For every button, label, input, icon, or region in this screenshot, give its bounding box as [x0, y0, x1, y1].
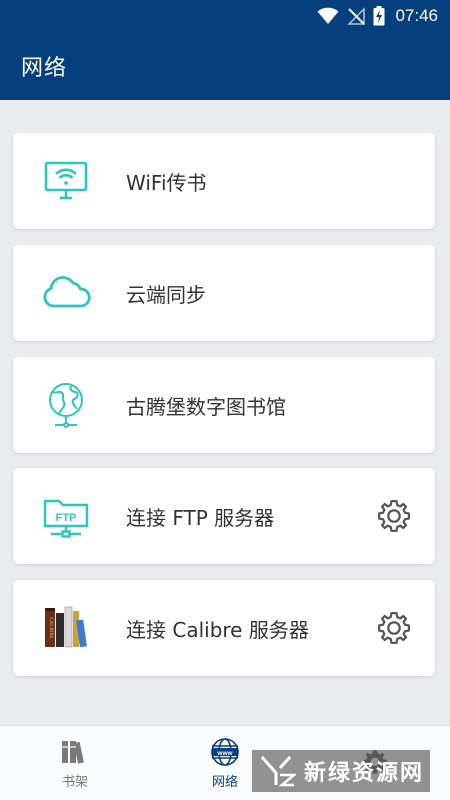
nav-label: 网络: [211, 775, 238, 790]
cloud-sync-card[interactable]: 云端同步: [13, 245, 435, 341]
svg-text:www: www: [216, 750, 233, 757]
card-label: WiFi传书: [126, 170, 207, 195]
wifi-transfer-card[interactable]: WiFi传书: [13, 133, 435, 229]
cloud-icon: [39, 266, 93, 320]
watermark-logo-icon: [260, 755, 296, 787]
card-label: 连接 FTP 服务器: [126, 505, 275, 530]
calibre-book-text: CALIBRE: [48, 617, 53, 638]
card-label: 云端同步: [126, 282, 206, 307]
gear-icon: [377, 499, 411, 533]
calibre-settings-button[interactable]: [375, 609, 413, 647]
calibre-server-card[interactable]: CALIBRE 连接 Calibre 服务器: [13, 580, 435, 676]
watermark: 新绿资源网: [252, 750, 430, 792]
status-time: 07:46: [395, 6, 438, 25]
wifi-signal-icon: [317, 7, 339, 24]
battery-charging-icon: [373, 6, 385, 26]
network-options-list: WiFi传书 云端同步 古腾堡数字图书馆 FTP 连接 FTP 服务器 CALI…: [0, 100, 450, 725]
ftp-settings-button[interactable]: [375, 497, 413, 535]
globe-network-icon: [39, 378, 93, 432]
ftp-server-card[interactable]: FTP 连接 FTP 服务器: [13, 468, 435, 564]
status-bar: 07:46: [0, 0, 450, 32]
page-title: 网络: [21, 56, 68, 81]
card-label: 古腾堡数字图书馆: [126, 394, 286, 419]
gear-icon: [377, 611, 411, 645]
app-bar: 网络: [0, 32, 450, 100]
gutenberg-library-card[interactable]: 古腾堡数字图书馆: [13, 357, 435, 453]
ftp-folder-icon: FTP: [39, 489, 93, 543]
card-label: 连接 Calibre 服务器: [126, 617, 309, 642]
watermark-text: 新绿资源网: [304, 761, 425, 786]
nav-bookshelf[interactable]: 书架: [15, 726, 135, 800]
wifi-monitor-icon: [39, 154, 93, 208]
bookshelf-icon: [60, 737, 90, 767]
ftp-icon-text: FTP: [56, 512, 77, 524]
no-signal-icon: [347, 7, 366, 25]
nav-label: 书架: [61, 775, 88, 790]
www-globe-icon: www: [210, 737, 240, 767]
calibre-books-icon: CALIBRE: [39, 601, 93, 655]
